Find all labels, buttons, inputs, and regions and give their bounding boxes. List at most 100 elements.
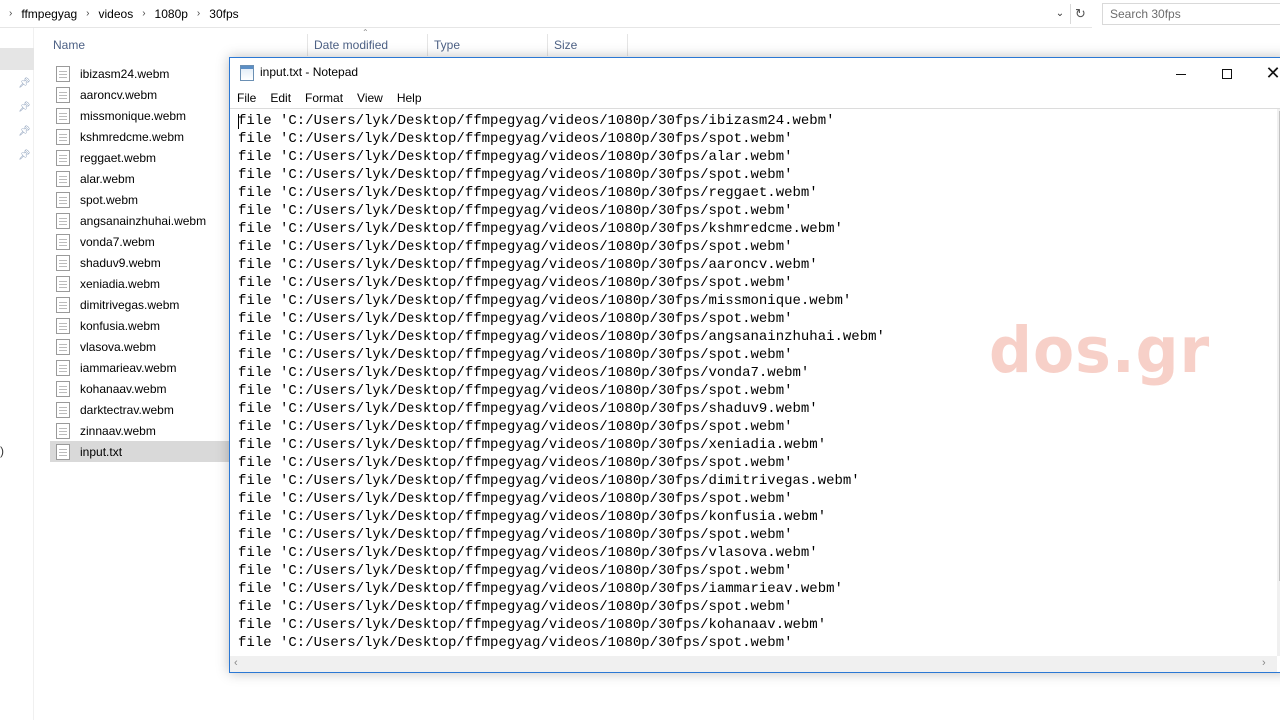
watermark-logo: dos.gr [989,314,1211,388]
file-icon [56,359,70,376]
scroll-left-icon[interactable]: ‹ [234,657,238,669]
file-name: iammarieav.webm [80,360,177,375]
column-header-type[interactable]: Type [434,34,460,56]
column-divider[interactable] [627,34,628,56]
file-name: spot.webm [80,192,139,207]
file-icon [56,422,70,439]
text-caret [238,114,239,129]
menu-help[interactable]: Help [390,88,429,108]
file-name: xeniadia.webm [80,276,161,291]
text-line: file 'C:/Users/lyk/Desktop/ffmpegyag/vid… [238,473,860,489]
menu-format[interactable]: Format [298,88,350,108]
file-list-item[interactable]: xeniadia.webm [50,273,230,294]
minimize-button[interactable] [1158,58,1204,88]
column-header-size[interactable]: Size [554,34,577,56]
file-icon [56,128,70,145]
file-name: vonda7.webm [80,234,155,249]
notepad-app-icon[interactable] [240,65,254,81]
text-line: file 'C:/Users/lyk/Desktop/ffmpegyag/vid… [238,239,793,255]
breadcrumb-item-videos[interactable]: videos [99,7,134,21]
chevron-down-icon[interactable]: ⌄ [1052,6,1068,22]
column-header-date-modified[interactable]: Date modified [314,34,388,56]
file-icon [56,401,70,418]
pin-icon[interactable]: 📌︎ [18,126,31,138]
text-line: file 'C:/Users/lyk/Desktop/ffmpegyag/vid… [238,509,827,525]
minimize-icon [1176,73,1186,75]
file-name: zinnaav.webm [80,423,156,438]
text-line: file 'C:/Users/lyk/Desktop/ffmpegyag/vid… [238,635,793,651]
search-input[interactable]: Search 30fps [1102,3,1280,25]
breadcrumb-item-1080p[interactable]: 1080p [155,7,188,21]
menu-bar: File Edit Format View Help [230,88,1280,108]
file-list-item[interactable]: input.txt [50,441,230,462]
file-name: darktectrav.webm [80,402,174,417]
file-list-item[interactable]: aaroncv.webm [50,84,230,105]
chevron-right-icon: › [9,8,13,19]
text-line: file 'C:/Users/lyk/Desktop/ffmpegyag/vid… [238,365,810,381]
text-line: file 'C:/Users/lyk/Desktop/ffmpegyag/vid… [238,419,793,435]
file-list-item[interactable]: konfusia.webm [50,315,230,336]
maximize-button[interactable] [1204,58,1250,88]
text-line: file 'C:/Users/lyk/Desktop/ffmpegyag/vid… [238,131,793,147]
file-list-item[interactable]: vlasova.webm [50,336,230,357]
menu-view[interactable]: View [350,88,390,108]
close-icon: ✕ [1265,63,1280,83]
file-name: reggaet.webm [80,150,157,165]
nav-selected-item[interactable] [0,48,34,70]
file-icon [56,65,70,82]
file-icon [56,254,70,271]
text-line: file 'C:/Users/lyk/Desktop/ffmpegyag/vid… [238,401,818,417]
file-name: dimitrivegas.webm [80,297,180,312]
title-bar[interactable]: input.txt - Notepad ✕ [230,58,1280,88]
file-icon [56,380,70,397]
breadcrumb-item-ffmpegyag[interactable]: ffmpegyag [21,7,77,21]
breadcrumb-item-30fps[interactable]: 30fps [209,7,238,21]
column-divider[interactable] [427,34,428,56]
file-list-item[interactable]: reggaet.webm [50,147,230,168]
file-name: input.txt [80,444,123,459]
editor-content[interactable]: file 'C:/Users/lyk/Desktop/ffmpegyag/vid… [238,112,885,652]
text-line: file 'C:/Users/lyk/Desktop/ffmpegyag/vid… [238,275,793,291]
text-line: file 'C:/Users/lyk/Desktop/ffmpegyag/vid… [238,149,793,165]
file-list-item[interactable]: ibizasm24.webm [50,63,230,84]
file-list-item[interactable]: angsanainzhuhai.webm [50,210,230,231]
pin-icon[interactable]: 📌︎ [18,150,31,162]
pin-icon[interactable]: 📌︎ [18,102,31,114]
file-list-item[interactable]: alar.webm [50,168,230,189]
text-line: file 'C:/Users/lyk/Desktop/ffmpegyag/vid… [238,203,793,219]
column-divider[interactable] [307,34,308,56]
text-line: file 'C:/Users/lyk/Desktop/ffmpegyag/vid… [238,329,885,345]
menu-edit[interactable]: Edit [263,88,298,108]
nav-truncated-label: ) [0,444,4,458]
horizontal-scrollbar[interactable]: ‹ › [230,656,1277,672]
file-name: shaduv9.webm [80,255,161,270]
file-list-item[interactable]: darktectrav.webm [50,399,230,420]
close-button[interactable]: ✕ [1250,58,1280,88]
file-name: vlasova.webm [80,339,157,354]
file-list-item[interactable]: kshmredcme.webm [50,126,230,147]
file-name: ibizasm24.webm [80,66,170,81]
file-icon [56,170,70,187]
text-line: file 'C:/Users/lyk/Desktop/ffmpegyag/vid… [238,527,793,543]
text-line: file 'C:/Users/lyk/Desktop/ffmpegyag/vid… [238,491,793,507]
file-list-item[interactable]: missmonique.webm [50,105,230,126]
pin-icon[interactable]: 📌︎ [18,78,31,90]
file-list-item[interactable]: dimitrivegas.webm [50,294,230,315]
file-icon [56,275,70,292]
refresh-icon[interactable]: ↻ [1070,4,1090,24]
file-list-item[interactable]: iammarieav.webm [50,357,230,378]
scroll-right-icon[interactable]: › [1262,657,1266,669]
menu-file[interactable]: File [230,88,263,108]
column-divider[interactable] [547,34,548,56]
file-list-item[interactable]: kohanaav.webm [50,378,230,399]
column-header-name[interactable]: Name [53,34,85,56]
file-list-item[interactable]: zinnaav.webm [50,420,230,441]
file-list-item[interactable]: vonda7.webm [50,231,230,252]
breadcrumb[interactable]: › ffmpegyag › videos › 1080p › 30fps [0,0,1092,28]
file-list-item[interactable]: shaduv9.webm [50,252,230,273]
file-name: alar.webm [80,171,135,186]
chevron-right-icon: › [142,8,146,19]
text-line: file 'C:/Users/lyk/Desktop/ffmpegyag/vid… [238,563,793,579]
file-icon [56,191,70,208]
file-list-item[interactable]: spot.webm [50,189,230,210]
